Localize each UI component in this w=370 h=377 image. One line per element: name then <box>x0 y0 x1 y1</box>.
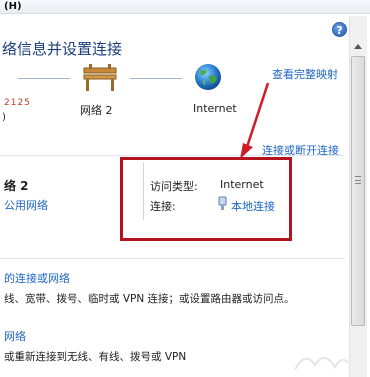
network-type-link[interactable]: 公用网络 <box>4 197 48 213</box>
setup-new-connection-link[interactable]: 的连接或网络 <box>4 270 70 286</box>
scroll-grip-icon <box>355 176 361 184</box>
bench-network-icon <box>83 64 117 91</box>
menu-bar: (H) <box>0 0 370 14</box>
scroll-thumb[interactable] <box>351 56 365 326</box>
scroll-up-icon[interactable] <box>354 44 362 49</box>
divider <box>0 155 345 156</box>
divider <box>0 258 345 259</box>
view-full-map-link[interactable]: 查看完整映射 <box>272 66 338 82</box>
highlight-annotation-box <box>120 157 292 241</box>
help-menu[interactable]: (H) <box>4 1 22 12</box>
setup-new-connection-description: 线、宽带、拨号、临时或 VPN 连接；或设置路由器或访问点。 <box>4 293 295 305</box>
map-connector-line <box>130 78 182 79</box>
connect-to-network-description: 或重新连接到无线、有线、拨号或 VPN <box>4 351 187 363</box>
network-name-suffix: ) <box>2 112 6 123</box>
active-network-name: 络 2 <box>4 179 29 193</box>
help-icon[interactable]: ? <box>332 22 347 37</box>
internet-label: Internet <box>193 102 237 115</box>
network-name-redacted: 2125 <box>4 98 31 108</box>
map-connector-line <box>18 78 70 79</box>
network-label: 网络 2 <box>80 104 113 117</box>
globe-icon <box>195 64 221 90</box>
watermark-logo <box>294 357 349 371</box>
page-title: 络信息并设置连接 <box>2 40 123 58</box>
connect-to-network-link[interactable]: 网络 <box>4 328 26 344</box>
